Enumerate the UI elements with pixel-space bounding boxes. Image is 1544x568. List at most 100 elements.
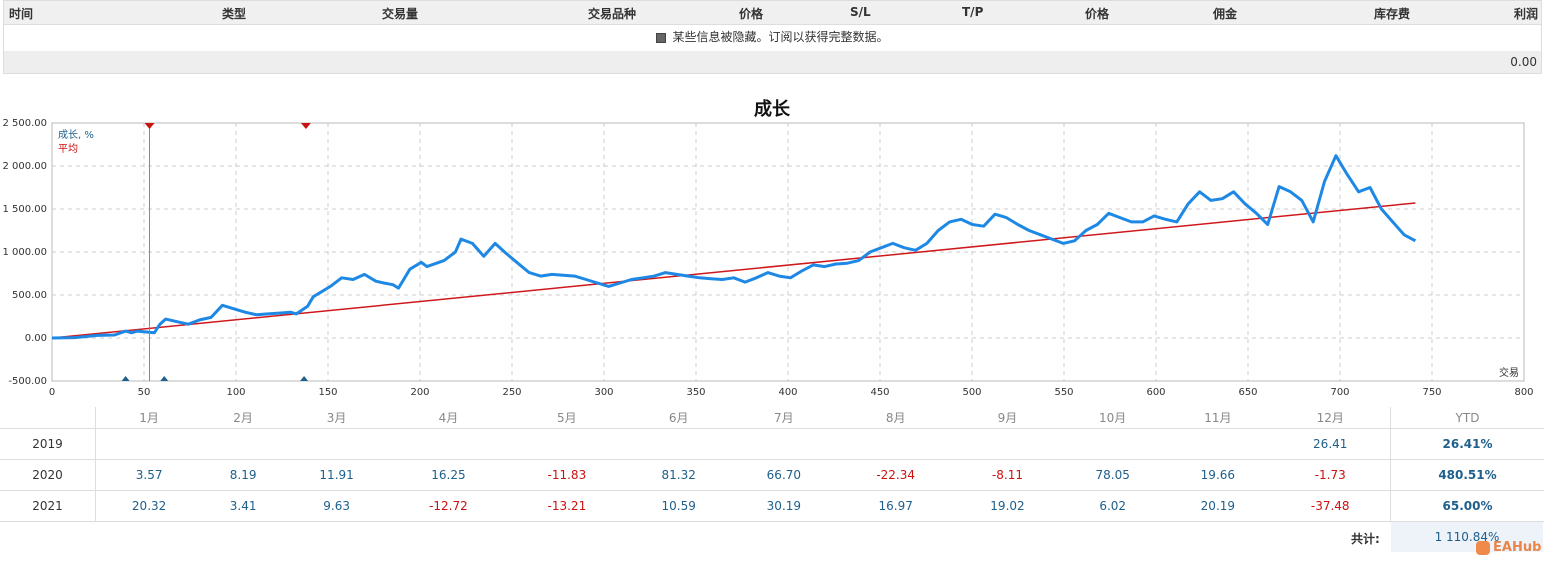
month-value [95, 428, 203, 460]
x-tick-label: 500 [962, 387, 981, 398]
month-value: 9.63 [284, 490, 390, 522]
month-value: 19.02 [954, 490, 1061, 522]
x-tick-label: 200 [410, 387, 429, 398]
x-tick-label: 600 [1146, 387, 1165, 398]
year-row: 2020 3.57 8.19 11.91 16.25 -11.83 81.32 66.70 -2… [0, 459, 1544, 491]
x-axis-label: 交易 [1499, 366, 1519, 379]
ytd-value: 65.00% [1390, 490, 1544, 522]
x-tick-label: 350 [686, 387, 705, 398]
month-header: 10月 [1060, 407, 1166, 429]
month-value: -12.72 [389, 490, 508, 522]
year-label: 2021 [0, 490, 96, 522]
trades-total-row: 0.00 [4, 51, 1541, 73]
x-tick-label: 0 [49, 387, 55, 398]
month-value: 10.59 [626, 490, 732, 522]
month-header: 9月 [954, 407, 1061, 429]
ytd-value: 26.41% [1390, 428, 1544, 460]
month-value: 20.32 [95, 490, 203, 522]
y-tick-label: 1 500.00 [2, 204, 47, 215]
lock-icon [656, 32, 667, 43]
month-header: 11月 [1165, 407, 1271, 429]
hidden-info-row: 某些信息被隐藏。订阅以获得完整数据。 [4, 24, 1541, 51]
x-tick-label: 750 [1422, 387, 1441, 398]
month-header: 1月 [95, 407, 203, 429]
x-tick-label: 550 [1054, 387, 1073, 398]
month-value: 6.02 [1060, 490, 1166, 522]
month-header: 2月 [202, 407, 285, 429]
month-value [202, 428, 285, 460]
ytd-header: YTD [1390, 407, 1544, 429]
col-tp[interactable]: T/P [962, 5, 983, 19]
month-value: 11.91 [284, 459, 390, 491]
watermark-text: EAHub [1493, 540, 1542, 555]
month-value: -22.34 [836, 459, 955, 491]
trades-total-value: 0.00 [1510, 55, 1537, 69]
month-value: 16.25 [389, 459, 508, 491]
month-value [389, 428, 508, 460]
month-value: 3.41 [202, 490, 285, 522]
ytd-value: 480.51% [1390, 459, 1544, 491]
legend-growth: 成长, % [58, 129, 94, 141]
year-label: 2020 [0, 459, 96, 491]
col-time[interactable]: 时间 [9, 5, 33, 22]
col-profit[interactable]: 利润 [1514, 5, 1538, 22]
x-tick-label: 150 [318, 387, 337, 398]
x-tick-label: 700 [1330, 387, 1349, 398]
hidden-info-text[interactable]: 某些信息被隐藏。订阅以获得完整数据。 [672, 30, 888, 44]
month-value: -11.83 [507, 459, 627, 491]
month-value [836, 428, 955, 460]
y-tick-label: 2 500.00 [2, 118, 47, 129]
x-tick-label: 100 [226, 387, 245, 398]
x-tick-label: 300 [594, 387, 613, 398]
y-tick-label: 500.00 [12, 290, 47, 301]
month-value [954, 428, 1061, 460]
month-value: 30.19 [731, 490, 837, 522]
col-price-open[interactable]: 价格 [739, 5, 763, 22]
col-commission[interactable]: 佣金 [1213, 5, 1237, 22]
monthly-returns-table: 1月 2月 3月 4月 5月 6月 7月 8月 9月 10月 11月 12月 YTD 2019 26.41 2… [0, 407, 1544, 522]
month-value: 8.19 [202, 459, 285, 491]
month-value: 3.57 [95, 459, 203, 491]
month-header: 3月 [284, 407, 390, 429]
month-header: 4月 [389, 407, 508, 429]
month-value: -37.48 [1270, 490, 1391, 522]
x-tick-label: 400 [778, 387, 797, 398]
month-value [1060, 428, 1166, 460]
x-tick-label: 250 [502, 387, 521, 398]
month-header: 12月 [1270, 407, 1391, 429]
legend-average: 平均 [58, 143, 78, 155]
month-header: 7月 [731, 407, 837, 429]
y-tick-label: 0.00 [25, 333, 47, 344]
month-value: 19.66 [1165, 459, 1271, 491]
month-value: 78.05 [1060, 459, 1166, 491]
month-value [507, 428, 627, 460]
y-tick-label: 1 000.00 [2, 247, 47, 258]
col-type[interactable]: 类型 [222, 5, 246, 22]
monthly-header-row: 1月 2月 3月 4月 5月 6月 7月 8月 9月 10月 11月 12月 YTD [0, 407, 1544, 429]
year-header-cell [0, 407, 96, 429]
col-swap[interactable]: 库存费 [1374, 5, 1410, 22]
month-value [626, 428, 732, 460]
x-tick-label: 800 [1514, 387, 1533, 398]
month-value: 20.19 [1165, 490, 1271, 522]
y-tick-label: 2 000.00 [2, 161, 47, 172]
month-header: 6月 [626, 407, 732, 429]
x-tick-label: 50 [138, 387, 151, 398]
month-value [1165, 428, 1271, 460]
col-sl[interactable]: S/L [850, 5, 871, 19]
trades-table: 时间 类型 交易量 交易品种 价格 S/L T/P 价格 佣金 库存费 利润 某… [3, 0, 1542, 74]
eahub-logo-icon [1476, 540, 1490, 555]
col-price-close[interactable]: 价格 [1085, 5, 1109, 22]
watermark: EAHub [1476, 540, 1541, 555]
month-value: 16.97 [836, 490, 955, 522]
month-header: 5月 [507, 407, 627, 429]
month-value: -13.21 [507, 490, 627, 522]
month-value: 26.41 [1270, 428, 1391, 460]
month-value: -8.11 [954, 459, 1061, 491]
col-volume[interactable]: 交易量 [382, 5, 418, 22]
month-value [731, 428, 837, 460]
y-tick-label: -500.00 [8, 376, 47, 387]
col-symbol[interactable]: 交易品种 [588, 5, 636, 22]
total-label: 共计: [1351, 532, 1380, 546]
month-value [284, 428, 390, 460]
